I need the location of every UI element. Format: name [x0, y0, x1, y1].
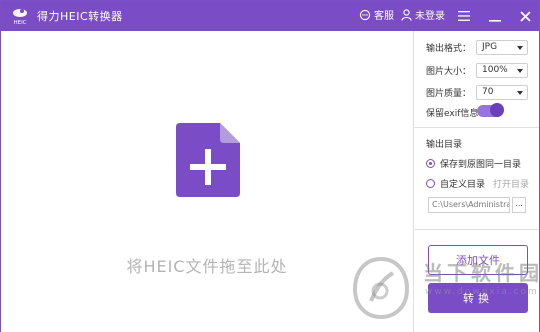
- app-window: HEIC 得力HEIC转换器 客服 未登录 将HEIC文件拖至此处 输出格式： …: [0, 0, 540, 332]
- file-drop-zone[interactable]: 将HEIC文件拖至此处: [1, 31, 413, 332]
- output-path-field[interactable]: C:\Users\Administra: [428, 197, 510, 213]
- hamburger-icon: [458, 11, 470, 21]
- toggle-knob: [490, 103, 504, 117]
- app-logo-icon: HEIC: [13, 9, 27, 26]
- size-row: 图片大小：: [426, 64, 471, 77]
- login-button[interactable]: 未登录: [401, 7, 445, 22]
- size-value: 100%: [482, 65, 508, 75]
- divider: [414, 127, 539, 128]
- exif-label: 保留exif信息: [426, 109, 479, 119]
- custom-dir-label: 自定义目录: [440, 180, 486, 190]
- chevron-down-icon: [517, 91, 523, 95]
- size-label: 图片大小：: [426, 67, 472, 77]
- title-bar: HEIC 得力HEIC转换器 客服 未登录: [1, 1, 539, 31]
- minimize-button[interactable]: [485, 6, 505, 26]
- output-title-row: 输出目录: [426, 137, 462, 150]
- browse-button[interactable]: ...: [512, 197, 526, 213]
- size-select[interactable]: 100%: [476, 63, 528, 78]
- format-row: 输出格式：: [426, 41, 471, 54]
- exif-row: 保留exif信息: [426, 106, 478, 119]
- same-dir-label: 保存到原图同一目录: [440, 160, 522, 170]
- menu-button[interactable]: [454, 6, 474, 26]
- quality-label: 图片质量：: [426, 89, 472, 99]
- format-select[interactable]: JPG: [476, 40, 528, 55]
- drop-hint-text: 将HEIC文件拖至此处: [126, 257, 288, 276]
- add-file-icon[interactable]: [176, 123, 240, 197]
- watermark-title: 当下软件园: [423, 261, 540, 285]
- close-button[interactable]: [515, 6, 535, 26]
- quality-value: 70: [482, 87, 494, 97]
- radio-unselected-icon: [426, 179, 435, 188]
- radio-same-dir[interactable]: 保存到原图同一目录: [426, 157, 521, 170]
- login-label: 未登录: [415, 11, 445, 22]
- format-label: 输出格式：: [426, 44, 472, 54]
- watermark-url: www.downxia.com: [425, 287, 539, 297]
- app-title: 得力HEIC转换器: [37, 10, 123, 23]
- output-title: 输出目录: [426, 140, 463, 150]
- site-watermark: 当下软件园 www.downxia.com: [353, 257, 540, 327]
- close-icon: [519, 10, 531, 22]
- open-dir-link[interactable]: 打开目录: [493, 177, 529, 190]
- logo-text: HEIC: [13, 20, 26, 26]
- divider: [414, 229, 539, 230]
- quality-select[interactable]: 70: [476, 85, 528, 100]
- chevron-down-icon: [517, 46, 523, 50]
- exif-toggle[interactable]: [477, 103, 504, 117]
- watermark-logo-icon: [353, 257, 409, 319]
- customer-service-label: 客服: [374, 11, 394, 22]
- quality-row: 图片质量：: [426, 86, 471, 99]
- user-icon: [401, 8, 412, 21]
- format-value: JPG: [482, 42, 498, 52]
- radio-selected-icon: [426, 159, 435, 168]
- minimize-icon: [489, 20, 501, 22]
- chat-bubble-icon: [359, 9, 371, 20]
- customer-service-button[interactable]: 客服: [359, 7, 394, 22]
- radio-custom-dir[interactable]: 自定义目录 打开目录: [426, 177, 529, 190]
- chevron-down-icon: [517, 69, 523, 73]
